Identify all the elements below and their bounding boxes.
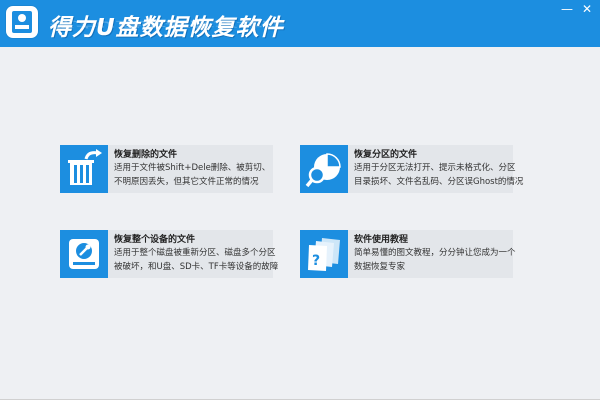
app-title-reflection: 得力U盘数据恢复软件	[48, 19, 284, 29]
card-recover-deleted[interactable]: 恢复删除的文件 适用于文件被Shift+Dele删除、被剪切、 不明原因丢失，但…	[60, 145, 273, 193]
card-recover-partition[interactable]: 恢复分区的文件 适用于分区无法打开、提示未格式化、分区 目录损坏、文件名乱码、分…	[300, 145, 523, 193]
card-title: 恢复整个设备的文件	[114, 235, 196, 245]
card-title: 恢复分区的文件	[354, 150, 418, 160]
help-pages-icon: ?	[300, 230, 348, 278]
card-title: 软件使用教程	[354, 235, 409, 245]
card-recover-device[interactable]: 恢复整个设备的文件 适用于整个磁盘被重新分区、磁盘多个分区 被破坏，和U盘、SD…	[60, 230, 278, 278]
card-description: 适用于分区无法打开、提示未格式化、分区 目录损坏、文件名乱码、分区误Ghost的…	[354, 163, 524, 187]
svg-text:?: ?	[312, 253, 320, 269]
title-bar: 得力U盘数据恢复软件 得力U盘数据恢复软件 — ✕	[0, 0, 600, 47]
trash-restore-icon	[60, 145, 108, 193]
disk-wrench-icon	[60, 230, 108, 278]
card-description: 适用于文件被Shift+Dele删除、被剪切、 不明原因丢失，但其它文件正常的情…	[114, 163, 271, 187]
card-description: 简单易懂的图文教程，分分钟让您成为一个 数据恢复专家	[354, 248, 516, 272]
pie-search-icon	[300, 145, 348, 193]
card-description: 适用于整个磁盘被重新分区、磁盘多个分区 被破坏，和U盘、SD卡、TF卡等设备的故…	[114, 248, 279, 272]
close-button[interactable]: ✕	[578, 2, 596, 16]
card-tutorial[interactable]: ? 软件使用教程 简单易懂的图文教程，分分钟让您成为一个 数据恢复专家	[300, 230, 516, 278]
card-title: 恢复删除的文件	[114, 150, 178, 160]
app-logo-icon	[6, 6, 38, 38]
minimize-button[interactable]: —	[558, 2, 576, 16]
